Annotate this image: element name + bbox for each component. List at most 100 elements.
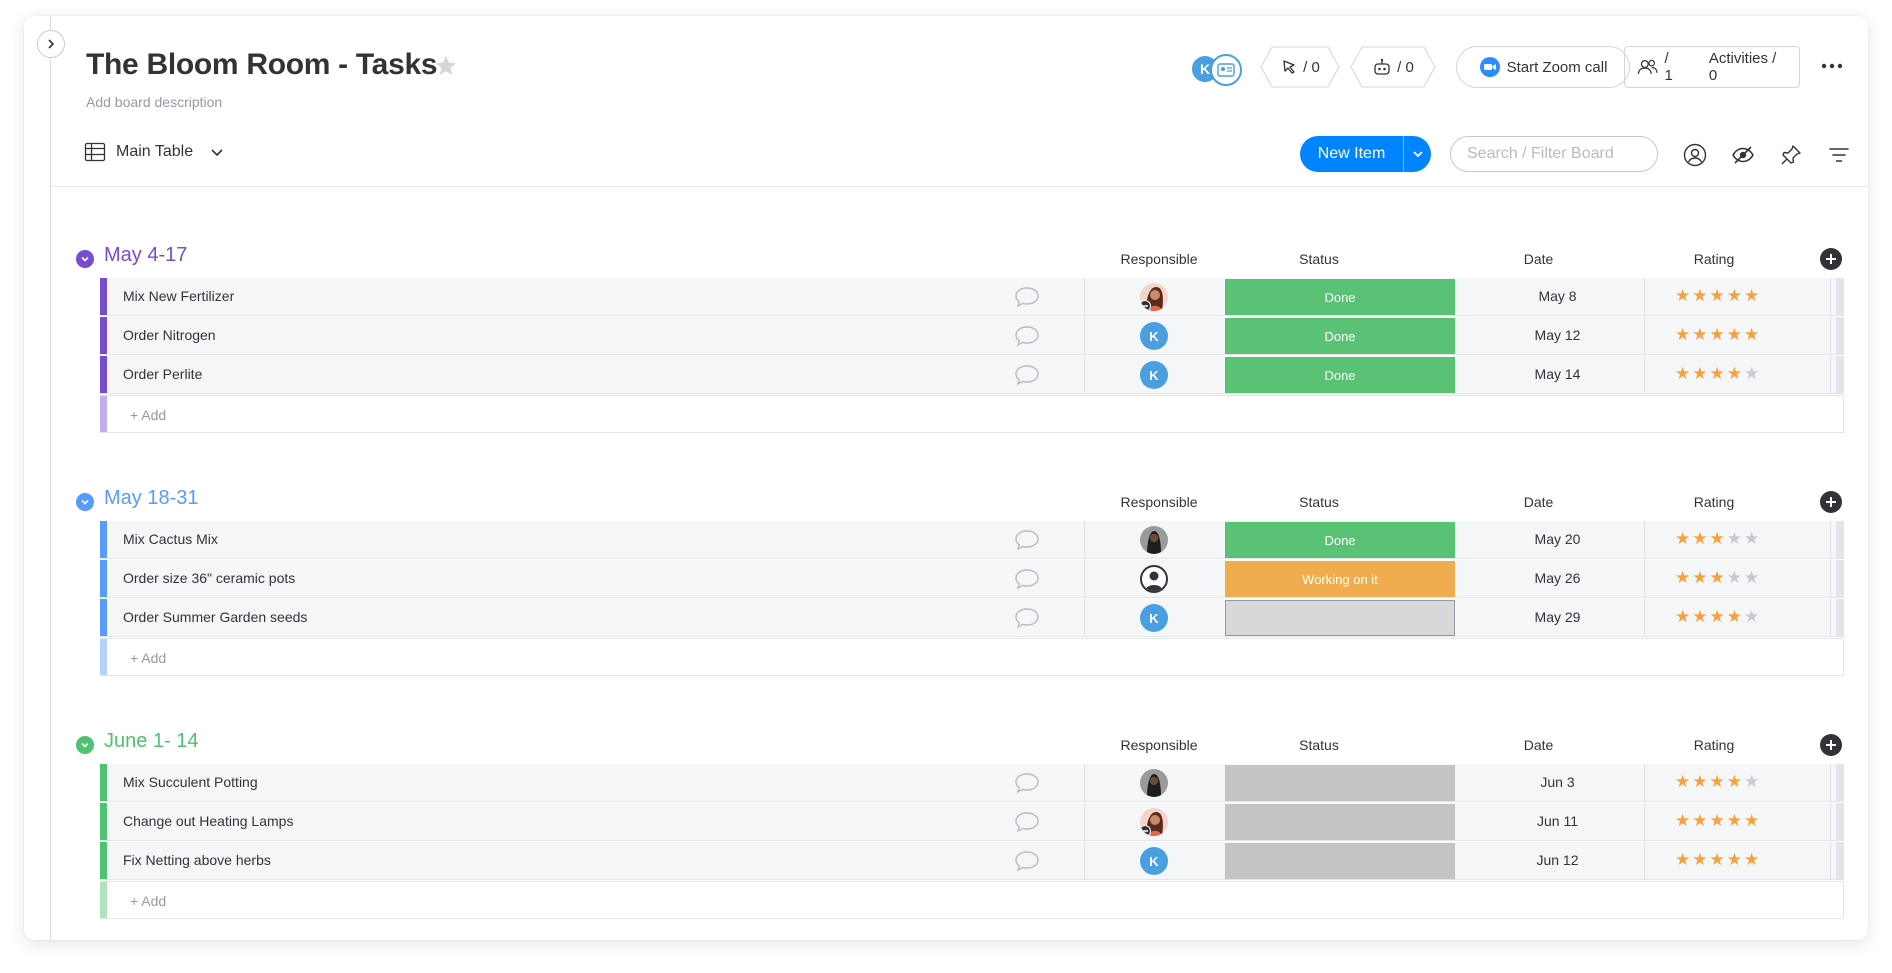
- column-header-date[interactable]: Date: [1451, 251, 1626, 267]
- rating-star-icon[interactable]: ★: [1675, 287, 1690, 305]
- search-filter-input[interactable]: [1450, 136, 1658, 172]
- rating-star-icon[interactable]: ★: [1727, 608, 1742, 626]
- table-row[interactable]: Change out Heating Lamps Jun 11 ★ ★ ★ ★ ★: [100, 803, 1844, 841]
- rating-star-icon[interactable]: ★: [1692, 851, 1707, 869]
- date-cell[interactable]: Jun 3: [1470, 774, 1645, 790]
- item-name[interactable]: Order size 36" ceramic pots: [123, 570, 295, 586]
- avatar-photo[interactable]: [1140, 769, 1168, 797]
- group-title[interactable]: May 4-17: [104, 244, 187, 267]
- table-row[interactable]: Mix New Fertilizer Done May 8 ★ ★ ★ ★ ★: [100, 278, 1844, 316]
- rating-cell[interactable]: ★ ★ ★ ★ ★: [1675, 569, 1759, 587]
- rating-star-icon[interactable]: ★: [1727, 569, 1742, 587]
- add-item-row[interactable]: + Add: [100, 395, 1844, 433]
- item-name[interactable]: Fix Netting above herbs: [123, 852, 271, 868]
- avatar-photo[interactable]: [1140, 283, 1168, 311]
- status-cell[interactable]: Done: [1225, 279, 1455, 315]
- status-cell[interactable]: Done: [1225, 522, 1455, 558]
- rating-star-icon[interactable]: ★: [1675, 851, 1690, 869]
- table-row[interactable]: Mix Cactus Mix Done May 20 ★ ★ ★ ★ ★: [100, 521, 1844, 559]
- rating-star-icon[interactable]: ★: [1675, 530, 1690, 548]
- rating-star-icon[interactable]: ★: [1744, 287, 1759, 305]
- status-cell[interactable]: [1225, 804, 1455, 840]
- rating-star-icon[interactable]: ★: [1744, 608, 1759, 626]
- responsible-cell[interactable]: K: [1140, 322, 1168, 350]
- table-row[interactable]: Mix Succulent Potting Jun 3 ★ ★ ★ ★ ★: [100, 764, 1844, 802]
- item-name[interactable]: Order Nitrogen: [123, 327, 216, 343]
- members-activities-button[interactable]: / 1 Activities / 0: [1624, 46, 1800, 88]
- automations-button[interactable]: / 0: [1350, 46, 1436, 88]
- date-cell[interactable]: Jun 12: [1470, 852, 1645, 868]
- rating-star-icon[interactable]: ★: [1710, 326, 1725, 344]
- column-header-date[interactable]: Date: [1451, 494, 1626, 510]
- item-updates-button[interactable]: [1014, 567, 1040, 596]
- rating-star-icon[interactable]: ★: [1744, 365, 1759, 383]
- status-cell[interactable]: Working on it: [1225, 561, 1455, 597]
- status-cell[interactable]: [1225, 765, 1455, 801]
- more-options-button[interactable]: [1820, 54, 1844, 83]
- updates-button[interactable]: / 0: [1260, 46, 1340, 88]
- column-header-status[interactable]: Status: [1204, 737, 1434, 753]
- avatar[interactable]: K: [1140, 322, 1168, 350]
- item-updates-button[interactable]: [1014, 363, 1040, 392]
- avatar[interactable]: K: [1140, 361, 1168, 389]
- rating-star-icon[interactable]: ★: [1727, 326, 1742, 344]
- avatar[interactable]: K: [1140, 847, 1168, 875]
- column-header-rating[interactable]: Rating: [1629, 494, 1799, 510]
- rating-cell[interactable]: ★ ★ ★ ★ ★: [1675, 851, 1759, 869]
- date-cell[interactable]: May 8: [1470, 288, 1645, 304]
- rating-star-icon[interactable]: ★: [1727, 287, 1742, 305]
- rating-star-icon[interactable]: ★: [1727, 530, 1742, 548]
- favorite-star-icon[interactable]: [434, 54, 458, 83]
- column-header-status[interactable]: Status: [1204, 251, 1434, 267]
- column-header-status[interactable]: Status: [1204, 494, 1434, 510]
- start-zoom-call-button[interactable]: Start Zoom call: [1456, 46, 1630, 88]
- avatar[interactable]: K: [1140, 604, 1168, 632]
- rating-star-icon[interactable]: ★: [1675, 365, 1690, 383]
- avatar-photo[interactable]: [1140, 526, 1168, 554]
- item-name[interactable]: Mix Cactus Mix: [123, 531, 218, 547]
- rating-star-icon[interactable]: ★: [1710, 287, 1725, 305]
- rating-star-icon[interactable]: ★: [1710, 773, 1725, 791]
- rating-cell[interactable]: ★ ★ ★ ★ ★: [1675, 608, 1759, 626]
- group-collapse-button[interactable]: [76, 250, 94, 268]
- responsible-cell[interactable]: [1140, 283, 1168, 311]
- table-row[interactable]: Order Nitrogen K Done May 12 ★ ★ ★ ★ ★: [100, 317, 1844, 355]
- responsible-cell[interactable]: [1140, 808, 1168, 836]
- item-updates-button[interactable]: [1014, 606, 1040, 635]
- rating-star-icon[interactable]: ★: [1744, 773, 1759, 791]
- rating-star-icon[interactable]: ★: [1710, 530, 1725, 548]
- add-item-row[interactable]: + Add: [100, 881, 1844, 919]
- rating-star-icon[interactable]: ★: [1744, 812, 1759, 830]
- status-cell[interactable]: [1225, 843, 1455, 879]
- rating-cell[interactable]: ★ ★ ★ ★ ★: [1675, 530, 1759, 548]
- avatar-photo[interactable]: [1140, 808, 1168, 836]
- item-name[interactable]: Mix Succulent Potting: [123, 774, 258, 790]
- rating-star-icon[interactable]: ★: [1692, 812, 1707, 830]
- person-filter-button[interactable]: [1682, 142, 1708, 168]
- responsible-cell[interactable]: [1140, 526, 1168, 554]
- item-updates-button[interactable]: [1014, 528, 1040, 557]
- rating-star-icon[interactable]: ★: [1675, 608, 1690, 626]
- column-header-rating[interactable]: Rating: [1629, 251, 1799, 267]
- rating-star-icon[interactable]: ★: [1744, 326, 1759, 344]
- responsible-cell[interactable]: [1140, 769, 1168, 797]
- rating-star-icon[interactable]: ★: [1744, 851, 1759, 869]
- rating-star-icon[interactable]: ★: [1710, 365, 1725, 383]
- new-item-dropdown-button[interactable]: [1404, 136, 1431, 172]
- new-item-button[interactable]: New Item: [1300, 136, 1404, 172]
- item-updates-button[interactable]: [1014, 810, 1040, 839]
- rating-cell[interactable]: ★ ★ ★ ★ ★: [1675, 365, 1759, 383]
- date-cell[interactable]: May 12: [1470, 327, 1645, 343]
- board-title[interactable]: The Bloom Room - Tasks: [86, 48, 438, 82]
- item-name[interactable]: Order Perlite: [123, 366, 202, 382]
- add-column-button[interactable]: [1820, 734, 1842, 756]
- rating-cell[interactable]: ★ ★ ★ ★ ★: [1675, 326, 1759, 344]
- group-title[interactable]: May 18-31: [104, 487, 199, 510]
- responsible-cell[interactable]: K: [1140, 604, 1168, 632]
- rating-star-icon[interactable]: ★: [1675, 812, 1690, 830]
- add-column-button[interactable]: [1820, 491, 1842, 513]
- pin-button[interactable]: [1778, 142, 1804, 168]
- rating-cell[interactable]: ★ ★ ★ ★ ★: [1675, 287, 1759, 305]
- avatar-placeholder[interactable]: [1140, 565, 1168, 593]
- rating-star-icon[interactable]: ★: [1727, 812, 1742, 830]
